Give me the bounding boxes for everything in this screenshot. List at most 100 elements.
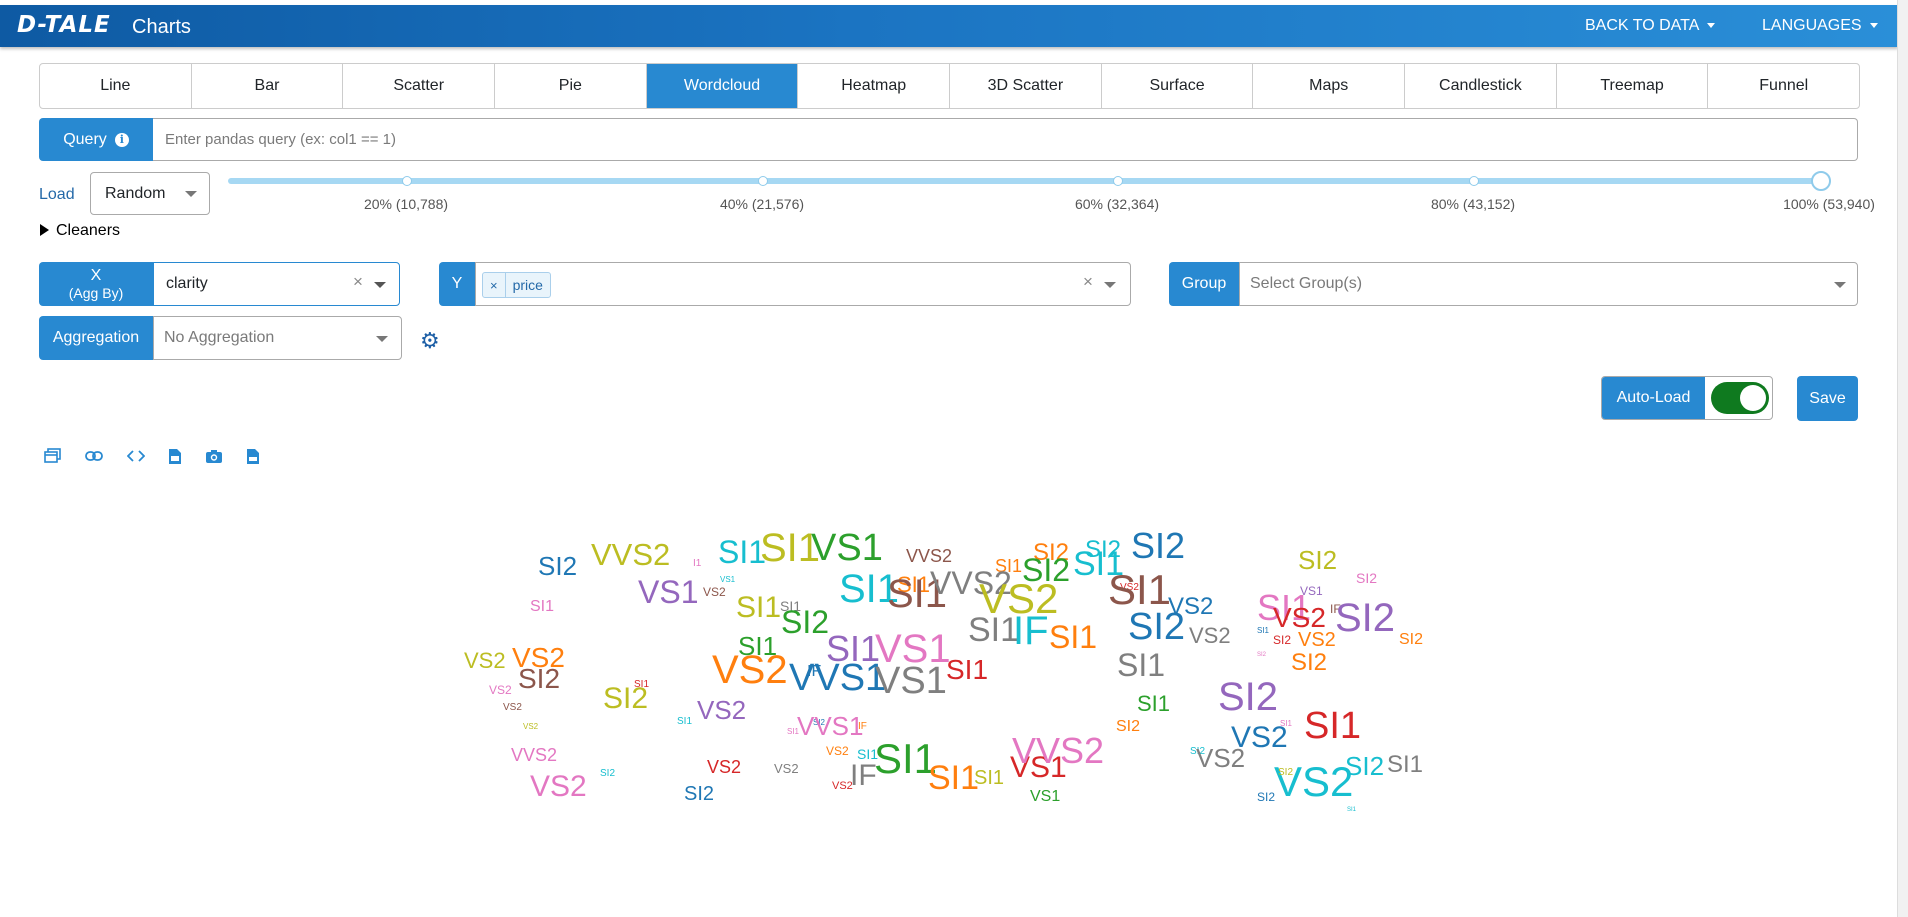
wordcloud-word: SI2 — [1190, 746, 1206, 757]
cleaners-toggle[interactable]: Cleaners — [40, 222, 120, 240]
wordcloud-word: SI2 — [781, 604, 830, 640]
wordcloud-word: SI1 — [887, 572, 948, 616]
wordcloud-word: VVS2 — [591, 536, 671, 572]
tab-maps[interactable]: Maps — [1253, 64, 1406, 108]
wordcloud-word: SI1 — [995, 556, 1023, 576]
clear-icon[interactable]: × — [1083, 272, 1093, 292]
load-select[interactable]: Random — [90, 172, 210, 215]
tab-funnel[interactable]: Funnel — [1708, 64, 1859, 108]
tab-bar[interactable]: Bar — [192, 64, 344, 108]
wordcloud-word: SI1 — [874, 735, 938, 782]
wordcloud-word: SI1 — [634, 679, 650, 690]
slider-mark-label: 100% (53,940) — [1783, 196, 1875, 212]
wordcloud-word: SI1 — [928, 759, 980, 797]
wordcloud-word: SI1 — [1257, 587, 1312, 628]
wordcloud-word: VS2 — [1298, 629, 1336, 651]
wordcloud-word: SI1 — [857, 746, 879, 762]
wordcloud-word: VS1 — [1300, 584, 1323, 598]
chevron-down-icon[interactable] — [376, 336, 388, 342]
slider-tick[interactable] — [1113, 176, 1123, 186]
back-to-data-menu[interactable]: BACK TO DATA — [1585, 17, 1716, 35]
export-icon[interactable] — [164, 445, 186, 467]
wordcloud-word: VVS1 — [789, 657, 887, 699]
x-label-sub: (Agg By) — [68, 285, 124, 302]
x-select-value: clarity — [166, 275, 208, 292]
wordcloud-word: VVS1 — [797, 711, 864, 741]
tab-3d-scatter[interactable]: 3D Scatter — [950, 64, 1102, 108]
wordcloud-word: SI2 — [1399, 631, 1424, 648]
wordcloud-word: VS2 — [1274, 758, 1354, 805]
aggregation-select[interactable]: No Aggregation — [153, 316, 402, 360]
slider-mark-label: 80% (43,152) — [1430, 196, 1516, 212]
save-button[interactable]: Save — [1797, 376, 1858, 421]
aggregation-label: Aggregation — [39, 316, 153, 360]
wordcloud-word: VS1 — [720, 575, 736, 584]
wordcloud-word: VS2 — [832, 779, 853, 792]
chevron-down-icon[interactable] — [1104, 282, 1116, 288]
tab-wordcloud[interactable]: Wordcloud — [646, 64, 799, 108]
toggle-knob — [1740, 385, 1766, 411]
wordcloud-word: SI1 — [718, 534, 767, 570]
query-label: Query i — [39, 118, 153, 161]
group-placeholder: Select Group(s) — [1250, 275, 1363, 292]
wordcloud-word: SI1 — [974, 767, 1005, 789]
wordcloud-word: SI1 — [839, 567, 900, 611]
autoload-toggle[interactable] — [1711, 382, 1769, 414]
chevron-down-icon[interactable] — [1834, 282, 1846, 288]
tab-line[interactable]: Line — [40, 64, 192, 108]
group-select[interactable]: Select Group(s) — [1239, 262, 1858, 306]
slider-mark-label: 20% (10,788) — [363, 196, 449, 212]
clear-icon[interactable]: × — [353, 272, 363, 292]
wordcloud-word: VS2 — [489, 683, 512, 697]
wordcloud-word: VS1 — [1010, 751, 1067, 784]
wordcloud-word: SI1 — [1137, 691, 1171, 716]
y-selected-tag: × price — [482, 272, 551, 298]
wordcloud-word: SI2 — [1218, 675, 1279, 719]
wordcloud-word: SI1 — [1347, 807, 1357, 813]
load-slider-handle[interactable] — [1811, 171, 1831, 191]
caret-down-icon — [1869, 23, 1878, 29]
wordcloud-word: SI2 — [813, 718, 826, 727]
wordcloud-word: VS2 — [464, 648, 506, 673]
slider-tick[interactable] — [1469, 176, 1479, 186]
dtale-logo[interactable]: D-TALE — [17, 12, 111, 38]
chevron-down-icon[interactable] — [374, 282, 386, 288]
x-select[interactable]: clarity × — [153, 262, 400, 306]
gear-icon[interactable]: ⚙ — [420, 328, 440, 354]
tab-scatter[interactable]: Scatter — [343, 64, 496, 108]
info-icon[interactable]: i — [114, 132, 129, 147]
wordcloud-word: VS2 — [697, 695, 747, 725]
code-icon[interactable] — [125, 445, 147, 467]
languages-menu[interactable]: LANGUAGES — [1762, 17, 1878, 35]
wordcloud-word: VS2 — [523, 722, 539, 731]
tab-pie[interactable]: Pie — [495, 64, 647, 108]
tab-heatmap[interactable]: Heatmap — [798, 64, 951, 108]
wordcloud-word: IF — [1330, 602, 1341, 616]
wordcloud-word: SI2 — [1273, 633, 1292, 647]
load-slider-track[interactable] — [228, 178, 1831, 184]
tab-candlestick[interactable]: Candlestick — [1405, 64, 1557, 108]
wordcloud-word: SI1 — [1049, 619, 1098, 655]
page-scrollbar[interactable] — [1897, 0, 1908, 917]
wordcloud-word: SI2 — [538, 551, 578, 581]
wordcloud-word: SI1 — [968, 611, 1020, 649]
y-select[interactable]: × price × — [475, 262, 1131, 306]
slider-tick[interactable] — [758, 176, 768, 186]
wordcloud-word: SI1 — [736, 591, 782, 624]
link-icon[interactable] — [83, 445, 105, 467]
slider-tick[interactable] — [402, 176, 412, 186]
wordcloud-word: VS2 — [1189, 623, 1231, 648]
popup-icon[interactable] — [42, 445, 64, 467]
tab-treemap[interactable]: Treemap — [1557, 64, 1709, 108]
wordcloud-word: VS2 — [712, 648, 788, 692]
tag-remove-icon[interactable]: × — [483, 273, 506, 297]
slider-mark-label: 60% (32,364) — [1074, 196, 1160, 212]
x-label-main: X — [90, 266, 102, 284]
query-input[interactable] — [153, 118, 1858, 161]
camera-icon[interactable] — [203, 445, 225, 467]
csv-icon[interactable] — [242, 445, 264, 467]
wordcloud-word: VS2 — [1273, 602, 1326, 633]
tab-surface[interactable]: Surface — [1102, 64, 1254, 108]
wordcloud-word: IF — [807, 663, 822, 680]
wordcloud-word: SI2 — [1085, 536, 1122, 563]
